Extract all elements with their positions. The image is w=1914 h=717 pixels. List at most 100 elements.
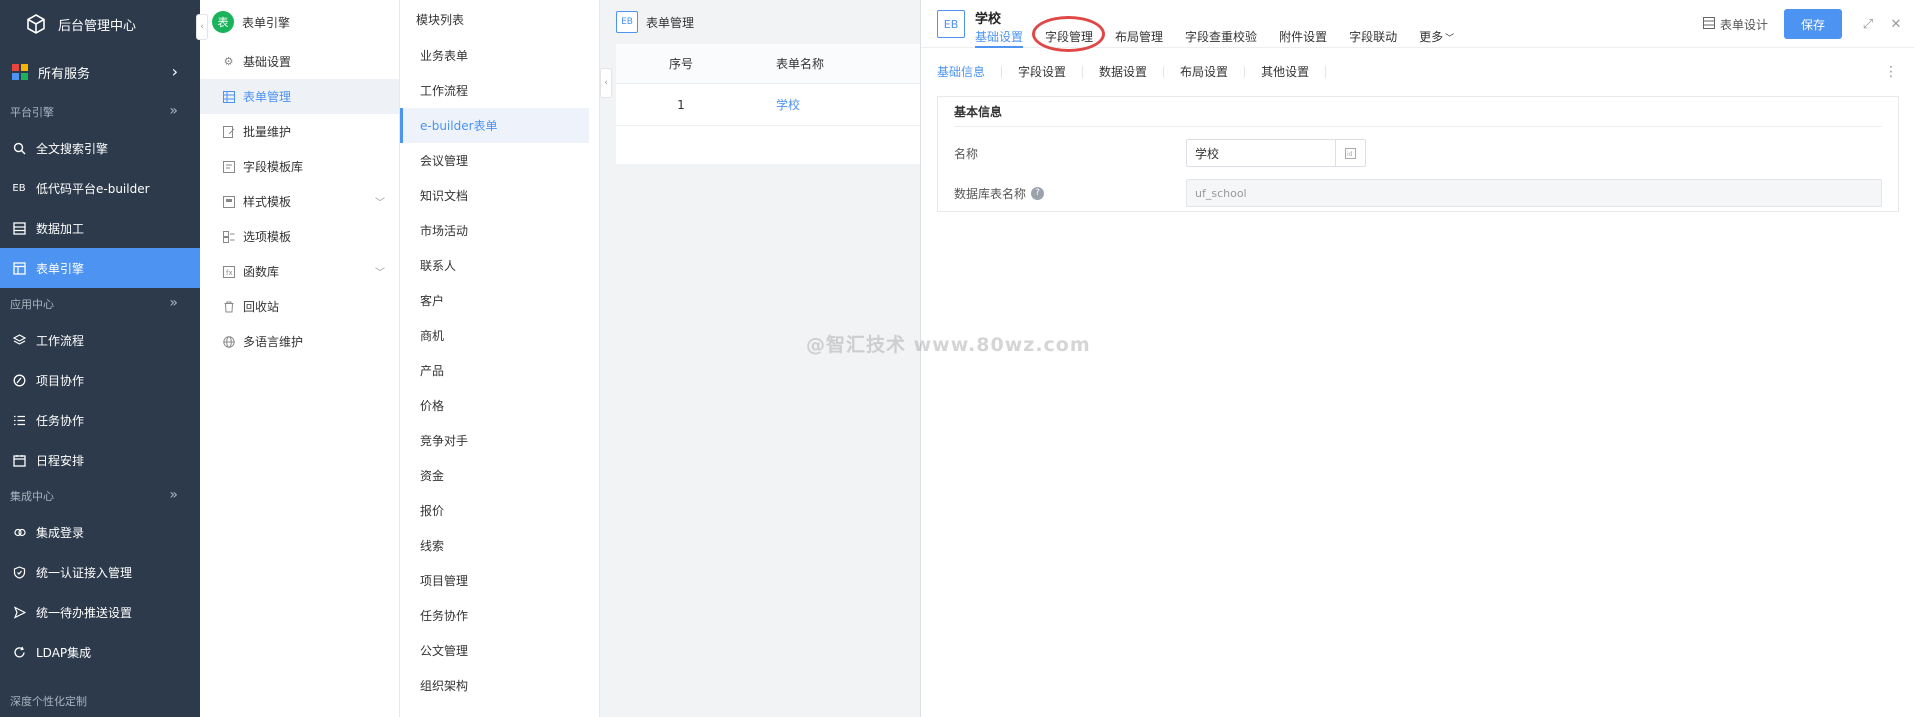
sidebar-item-todo-push[interactable]: 统一待办推送设置 (0, 592, 200, 632)
module-list-item[interactable]: 竞争对手 (400, 423, 599, 458)
section-platform[interactable]: 平台引擎 » (0, 96, 200, 128)
send-icon (12, 605, 26, 619)
menu-item-field-template[interactable]: 字段模板库 (200, 149, 399, 184)
sidebar-item-project[interactable]: 项目协作 (0, 360, 200, 400)
table-row[interactable]: 1 学校 (616, 84, 920, 126)
module-list-item[interactable]: 工作流程 (400, 73, 599, 108)
module-list-item[interactable]: 商机 (400, 318, 599, 353)
row-form-name-link[interactable]: 学校 (746, 96, 920, 113)
sidebar-item-schedule[interactable]: 日程安排 (0, 440, 200, 480)
chevron-down-icon: ﹀ (1445, 34, 1455, 44)
save-button[interactable]: 保存 (1784, 9, 1842, 39)
subtab-basic-info[interactable]: 基础信息 (937, 66, 1003, 78)
sidebar-item-ldap[interactable]: LDAP集成 (0, 632, 200, 672)
all-services-button[interactable]: 所有服务 › (0, 48, 200, 96)
module-list-title: 模块列表 (416, 12, 465, 27)
module-list-item[interactable]: 任务协作 (400, 598, 599, 633)
module-list-item[interactable]: 产品 (400, 353, 599, 388)
menu-item-batch-maintenance[interactable]: 批量维护 (200, 114, 399, 149)
module-list-item[interactable]: 资金 (400, 458, 599, 493)
module-list-item[interactable]: 联系人 (400, 248, 599, 283)
menu-item-option-template[interactable]: 选项模板 (200, 219, 399, 254)
table-icon (222, 90, 235, 103)
module-list-item[interactable]: 知识文档 (400, 178, 599, 213)
tab-layout-management[interactable]: 布局管理 (1115, 28, 1163, 48)
tab-duplicate-check[interactable]: 字段查重校验 (1185, 28, 1257, 48)
tab-field-linkage[interactable]: 字段联动 (1349, 28, 1397, 48)
menu-item-label: 字段模板库 (243, 160, 304, 174)
subtab-other-settings[interactable]: 其他设置 (1261, 66, 1327, 78)
section-custom[interactable]: 深度个性化定制 (0, 685, 200, 717)
expand-icon[interactable]: ⤢ (1858, 14, 1878, 34)
gear-icon: ⚙ (223, 55, 234, 68)
double-chevron-icon: » (169, 487, 178, 503)
sidebar-item-label: 集成登录 (36, 525, 85, 540)
sidebar-item-unified-auth[interactable]: 统一认证接入管理 (0, 552, 200, 592)
module-list-item[interactable]: 会议管理 (400, 143, 599, 178)
module-list-item[interactable]: 客户 (400, 283, 599, 318)
sidebar-item-label: 统一认证接入管理 (36, 565, 133, 580)
menu-item-multilanguage[interactable]: 多语言维护 (200, 324, 399, 359)
sidebar-item-task[interactable]: 任务协作 (0, 400, 200, 440)
menu-item-recycle-bin[interactable]: 回收站 (200, 289, 399, 324)
form-icon (12, 261, 26, 275)
menu-item-style-template[interactable]: 样式模板 ﹀ (200, 184, 399, 219)
detail-subtabs: 基础信息 字段设置 数据设置 布局设置 其他设置 ⋮ (921, 48, 1914, 96)
edit-icon (222, 125, 235, 138)
module-list-item[interactable]: 公文管理 (400, 633, 599, 668)
sidebar-item-label: 全文搜索引擎 (36, 141, 109, 156)
search-icon (12, 141, 26, 155)
card-title: 基本信息 (954, 97, 1882, 127)
calendar-icon (12, 453, 26, 467)
sidebar-item-data-processing[interactable]: 数据加工 (0, 208, 200, 248)
svg-text:id: id (1347, 151, 1353, 158)
subtab-data-settings[interactable]: 数据设置 (1099, 66, 1165, 78)
module-list-panel: 模块列表 业务表单 工作流程 e-builder表单 会议管理 知识文档 市场活动 联系人客… (400, 0, 600, 717)
table-header: 序号 表单名称 (616, 44, 920, 84)
module-list-item[interactable]: 市场活动 (400, 213, 599, 248)
sidebar-item-sso[interactable]: 集成登录 (0, 512, 200, 552)
sidebar-item-ebuilder[interactable]: EB 低代码平台e-builder (0, 168, 200, 208)
module-list-item[interactable]: 组织架构 (400, 668, 599, 703)
sidebar-item-fulltext-search[interactable]: 全文搜索引擎 (0, 128, 200, 168)
module-list-item[interactable]: 价格 (400, 388, 599, 423)
module-list-item[interactable]: 线索 (400, 528, 599, 563)
module-list-item[interactable]: 项目管理 (400, 563, 599, 598)
multilanguage-button[interactable]: id (1336, 139, 1366, 167)
form-design-button[interactable]: 表单设计 (1702, 16, 1768, 33)
module-list-item[interactable]: e-builder表单 (400, 108, 589, 143)
app-root: 后台管理中心 所有服务 › 平台引擎 » 全文搜索引擎 EB 低代码平台e-bu… (0, 0, 1914, 717)
name-input[interactable]: 学校 (1186, 139, 1336, 167)
tab-basic-settings[interactable]: 基础设置 (975, 28, 1024, 48)
sidebar-item-label: 低代码平台e-builder (36, 181, 150, 196)
menu-item-form-management[interactable]: 表单管理 (200, 79, 399, 114)
sidebar-item-label: 日程安排 (36, 453, 85, 468)
more-vertical-icon[interactable]: ⋮ (1884, 64, 1898, 80)
subtab-field-settings[interactable]: 字段设置 (1018, 66, 1084, 78)
module-list-item[interactable]: 报价 (400, 493, 599, 528)
collapse-menu-button[interactable]: ‹ (196, 14, 208, 40)
tab-field-management[interactable]: 字段管理 (1045, 28, 1093, 48)
form-engine-icon: 表 (212, 11, 234, 33)
cube-logo-icon (27, 14, 45, 34)
sidebar-item-form-engine[interactable]: 表单引擎 (0, 248, 200, 288)
close-icon[interactable]: ✕ (1886, 14, 1906, 34)
sidebar-item-label: 任务协作 (36, 413, 85, 428)
collapse-list-button[interactable]: ‹ (600, 68, 612, 98)
tab-attachment-settings[interactable]: 附件设置 (1279, 28, 1327, 48)
subtab-layout-settings[interactable]: 布局设置 (1180, 66, 1246, 78)
sidebar-item-workflow[interactable]: 工作流程 (0, 320, 200, 360)
module-list-item[interactable]: 业务表单 (400, 38, 599, 73)
style-icon (222, 195, 235, 208)
db-table-input: uf_school (1186, 179, 1882, 207)
detail-title: 学校 (975, 12, 1002, 27)
sidebar-item-label: 统一待办推送设置 (36, 605, 133, 620)
section-app-center[interactable]: 应用中心 » (0, 288, 200, 320)
menu-item-function-library[interactable]: fx 函数库 ﹀ (200, 254, 399, 289)
menu-item-basic-settings[interactable]: ⚙ 基础设置 (200, 44, 399, 79)
help-icon[interactable]: ? (1031, 186, 1045, 200)
tab-more[interactable]: 更多 ﹀ (1419, 28, 1454, 48)
form-detail-panel: EB 学校 基础设置 字段管理 布局管理 字段查重校验 附件设置 字段联动 更多… (920, 0, 1914, 717)
section-integration[interactable]: 集成中心 » (0, 480, 200, 512)
module-list: 业务表单 工作流程 e-builder表单 会议管理 知识文档 市场活动 联系人 客户 商机 产品… (400, 38, 599, 703)
